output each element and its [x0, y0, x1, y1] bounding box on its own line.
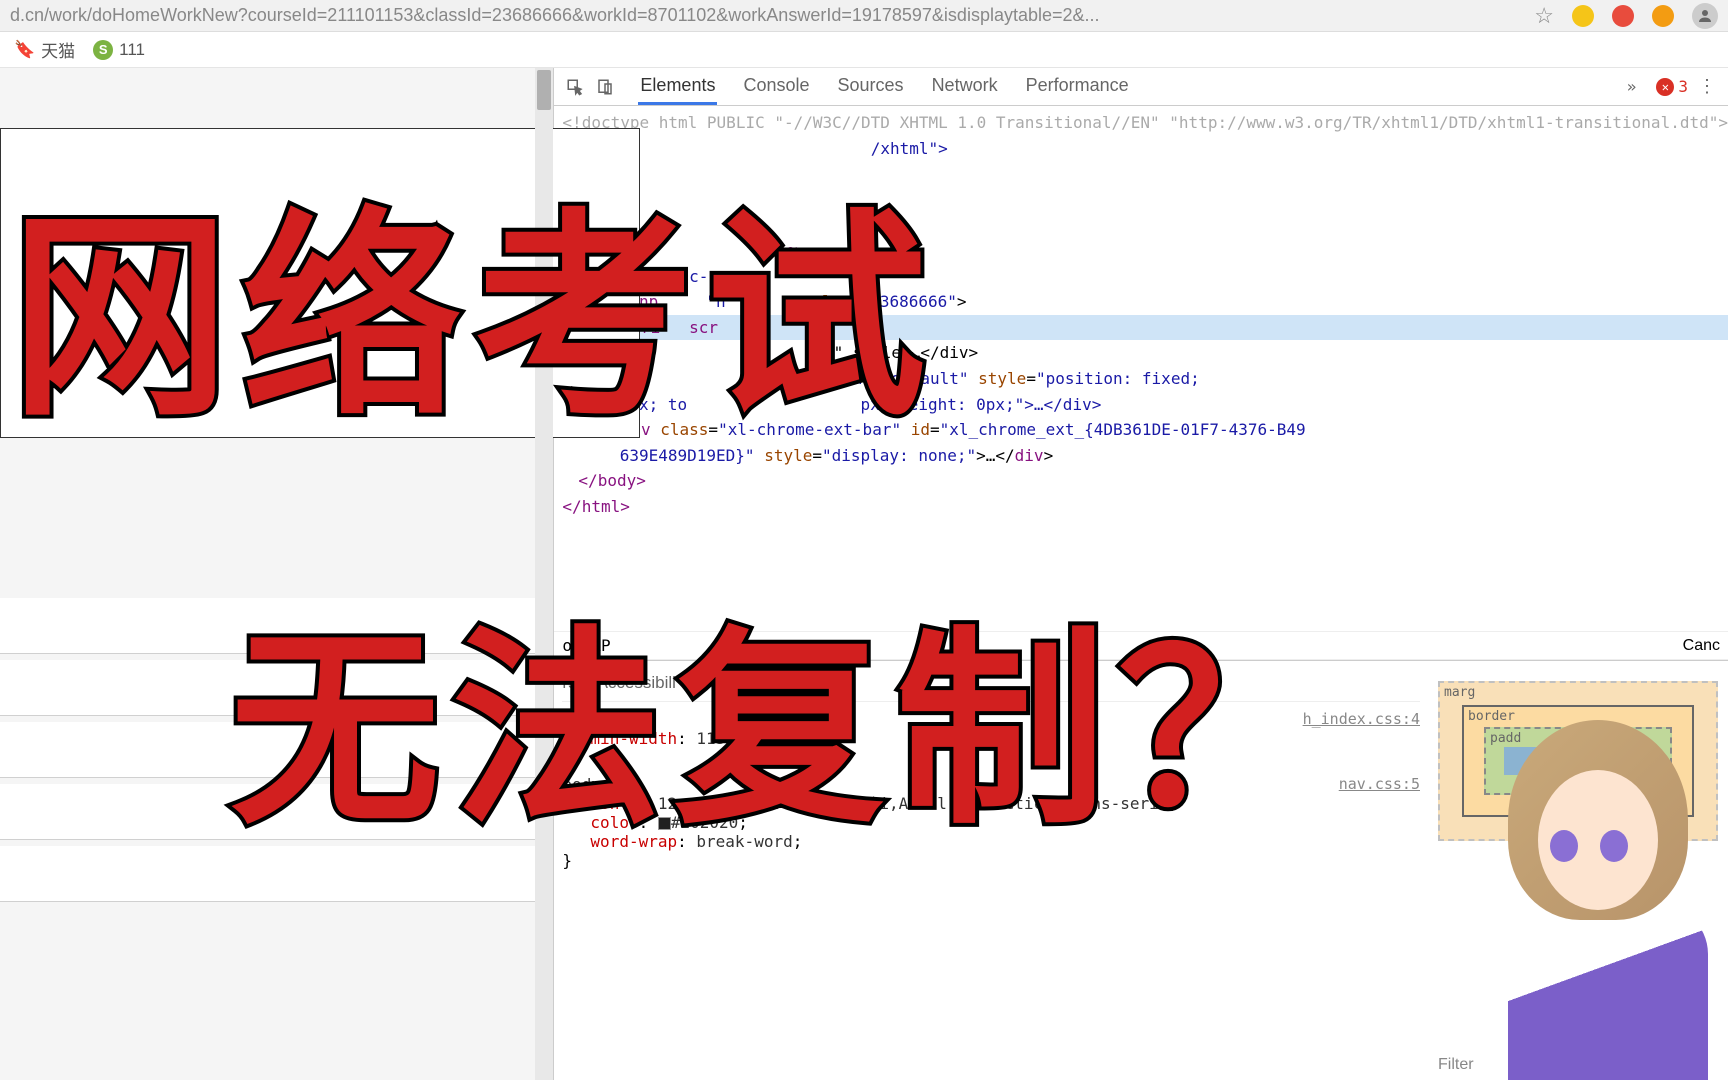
answer-row[interactable] — [0, 660, 553, 716]
answer-row[interactable] — [0, 598, 553, 654]
dom-node[interactable]: ▸<divxxxxxxxxxxxxxxxxxxx edui-default" s… — [554, 366, 1728, 392]
dom-node[interactable]: ▸<divxxx"c- — [554, 264, 1728, 290]
css-close: } — [562, 851, 1420, 870]
dom-node[interactable]: ▸<divxxxxxxxxxxxxxxxxxon" style>…</div> — [554, 340, 1728, 366]
dom-node[interactable]: ▸<div class="xl-chrome-ext-bar" id="xl_c… — [554, 417, 1728, 443]
css-declaration[interactable]: word-wrap: break-word; — [562, 832, 1420, 851]
bookmark-111[interactable]: S 111 — [93, 40, 145, 60]
url-text[interactable]: d.cn/work/doHomeWorkNew?courseId=2111011… — [10, 5, 1534, 26]
styles-subtab-accessibility[interactable]: Accessibili — [597, 673, 676, 693]
dom-doctype[interactable]: <!doctype html PUBLIC "-//W3C//DTD XHTML… — [554, 110, 1728, 136]
inspect-element-icon[interactable] — [564, 76, 586, 98]
error-dot-icon: ✕ — [1656, 78, 1674, 96]
more-tabs-icon[interactable]: » — [1627, 77, 1637, 96]
styles-tabs: rs Accessibili — [562, 669, 1420, 702]
bookmark-icon: 🔖 — [14, 40, 35, 60]
answer-row[interactable] — [0, 846, 553, 902]
profile-avatar-icon[interactable] — [1692, 3, 1718, 29]
tab-console[interactable]: Console — [741, 69, 811, 105]
dom-node[interactable]: ▸<head — [554, 161, 1728, 187]
margin-label: marg — [1444, 685, 1475, 700]
css-selector: body { — [562, 775, 1420, 794]
css-declaration[interactable]: color: #202020; — [562, 813, 1420, 832]
dom-node-selected[interactable]: ▸<scrixxxscr — [554, 315, 1728, 341]
box-padding[interactable]: padd 113 — [1484, 727, 1672, 795]
bookmark-tmall[interactable]: 🔖 天猫 — [14, 37, 75, 62]
devtools-lower: rs Accessibili h_index.css:4 body { min-… — [554, 660, 1728, 1080]
answer-row[interactable] — [0, 784, 553, 840]
bookmark-favicon-icon: S — [93, 40, 113, 60]
address-bar: d.cn/work/doHomeWorkNew?courseId=2111011… — [0, 0, 1728, 32]
css-rule[interactable]: nav.css:5 body { font:▸ 12px/1.5 Microso… — [562, 775, 1420, 870]
search-hint[interactable]: or XP — [562, 636, 610, 655]
tab-performance[interactable]: Performance — [1024, 69, 1131, 105]
toolbar-icons: ☆ — [1534, 3, 1718, 29]
css-source-link[interactable]: nav.css:5 — [1339, 775, 1420, 793]
border-label: border — [1468, 709, 1515, 724]
css-selector: body { — [562, 710, 1420, 729]
css-declaration[interactable]: min-width: 1130px; — [562, 729, 1420, 748]
extension-icon-2[interactable] — [1612, 5, 1634, 27]
dom-node[interactable]: 639E489D19ED}" style="display: none;">…<… — [554, 443, 1728, 469]
css-declaration[interactable]: font:▸ 12px/1.5 Microsoft Yahei,Arial, H… — [562, 794, 1420, 813]
box-border[interactable]: border padd 113 — [1462, 705, 1694, 817]
error-indicator[interactable]: ✕ 3 — [1656, 77, 1688, 96]
device-toggle-icon[interactable] — [594, 76, 616, 98]
bookmark-star-icon[interactable]: ☆ — [1534, 3, 1554, 29]
tab-elements[interactable]: Elements — [638, 69, 717, 105]
scrollbar[interactable] — [535, 68, 553, 1080]
devtools-search-row: or XP Canc — [554, 631, 1728, 660]
styles-pane: rs Accessibili h_index.css:4 body { min-… — [554, 661, 1428, 1080]
padding-label: padd — [1490, 731, 1521, 746]
answer-row[interactable] — [0, 722, 553, 778]
dom-node[interactable]: <html xxxxxxxxxxxxxxxxxxxxxxxxxx/xhtml"> — [554, 136, 1728, 162]
dom-node[interactable]: </body> — [554, 468, 1728, 494]
devtools-menu-icon[interactable]: ⋮ — [1696, 76, 1718, 98]
dom-node[interactable]: 0px; toxxxxxxxxxxxxxxxxxxpx; height: 0px… — [554, 392, 1728, 418]
bookmarks-bar: 🔖 天猫 S 111 — [0, 32, 1728, 68]
css-close: } — [562, 748, 1420, 767]
dom-node[interactable]: </html> — [554, 494, 1728, 520]
css-rule[interactable]: h_index.css:4 body { min-width: 1130px; … — [562, 710, 1420, 767]
main-area: Elements Console Sources Network Perform… — [0, 68, 1728, 1080]
dom-node[interactable]: <inpxxxxx"hxxxixxxxvalue="23686666"> — [554, 289, 1728, 315]
tab-network[interactable]: Network — [930, 69, 1000, 105]
dom-node[interactable]: ▸<stxxxxxxxxxxxxxyle> — [554, 238, 1728, 264]
box-content[interactable]: 113 — [1504, 747, 1652, 775]
bookmark-label: 111 — [119, 40, 145, 60]
cancel-button[interactable]: Canc — [1683, 637, 1720, 655]
error-count: 3 — [1678, 77, 1688, 96]
styles-subtab[interactable]: rs — [562, 673, 576, 693]
dom-node[interactable]: ▾<body — [554, 187, 1728, 213]
tab-sources[interactable]: Sources — [836, 69, 906, 105]
scrollbar-thumb[interactable] — [537, 70, 551, 110]
devtools-toolbar: Elements Console Sources Network Perform… — [554, 68, 1728, 106]
answer-rows — [0, 598, 553, 908]
extension-icon-3[interactable] — [1652, 5, 1674, 27]
page-content-pane — [0, 68, 554, 1080]
dom-node[interactable]: ▸<di — [554, 212, 1728, 238]
box-model: marg border padd 113 Filter — [1428, 661, 1728, 1080]
devtools-tabs: Elements Console Sources Network Perform… — [638, 69, 1130, 105]
extension-icon-1[interactable] — [1572, 5, 1594, 27]
bookmark-label: 天猫 — [41, 37, 75, 62]
color-swatch-icon[interactable] — [658, 817, 671, 830]
elements-tree[interactable]: <!doctype html PUBLIC "-//W3C//DTD XHTML… — [554, 106, 1728, 631]
css-source-link[interactable]: h_index.css:4 — [1303, 710, 1420, 728]
filter-input[interactable]: Filter — [1438, 1056, 1474, 1074]
box-margin[interactable]: marg border padd 113 — [1438, 681, 1718, 841]
devtools-panel: Elements Console Sources Network Perform… — [554, 68, 1728, 1080]
